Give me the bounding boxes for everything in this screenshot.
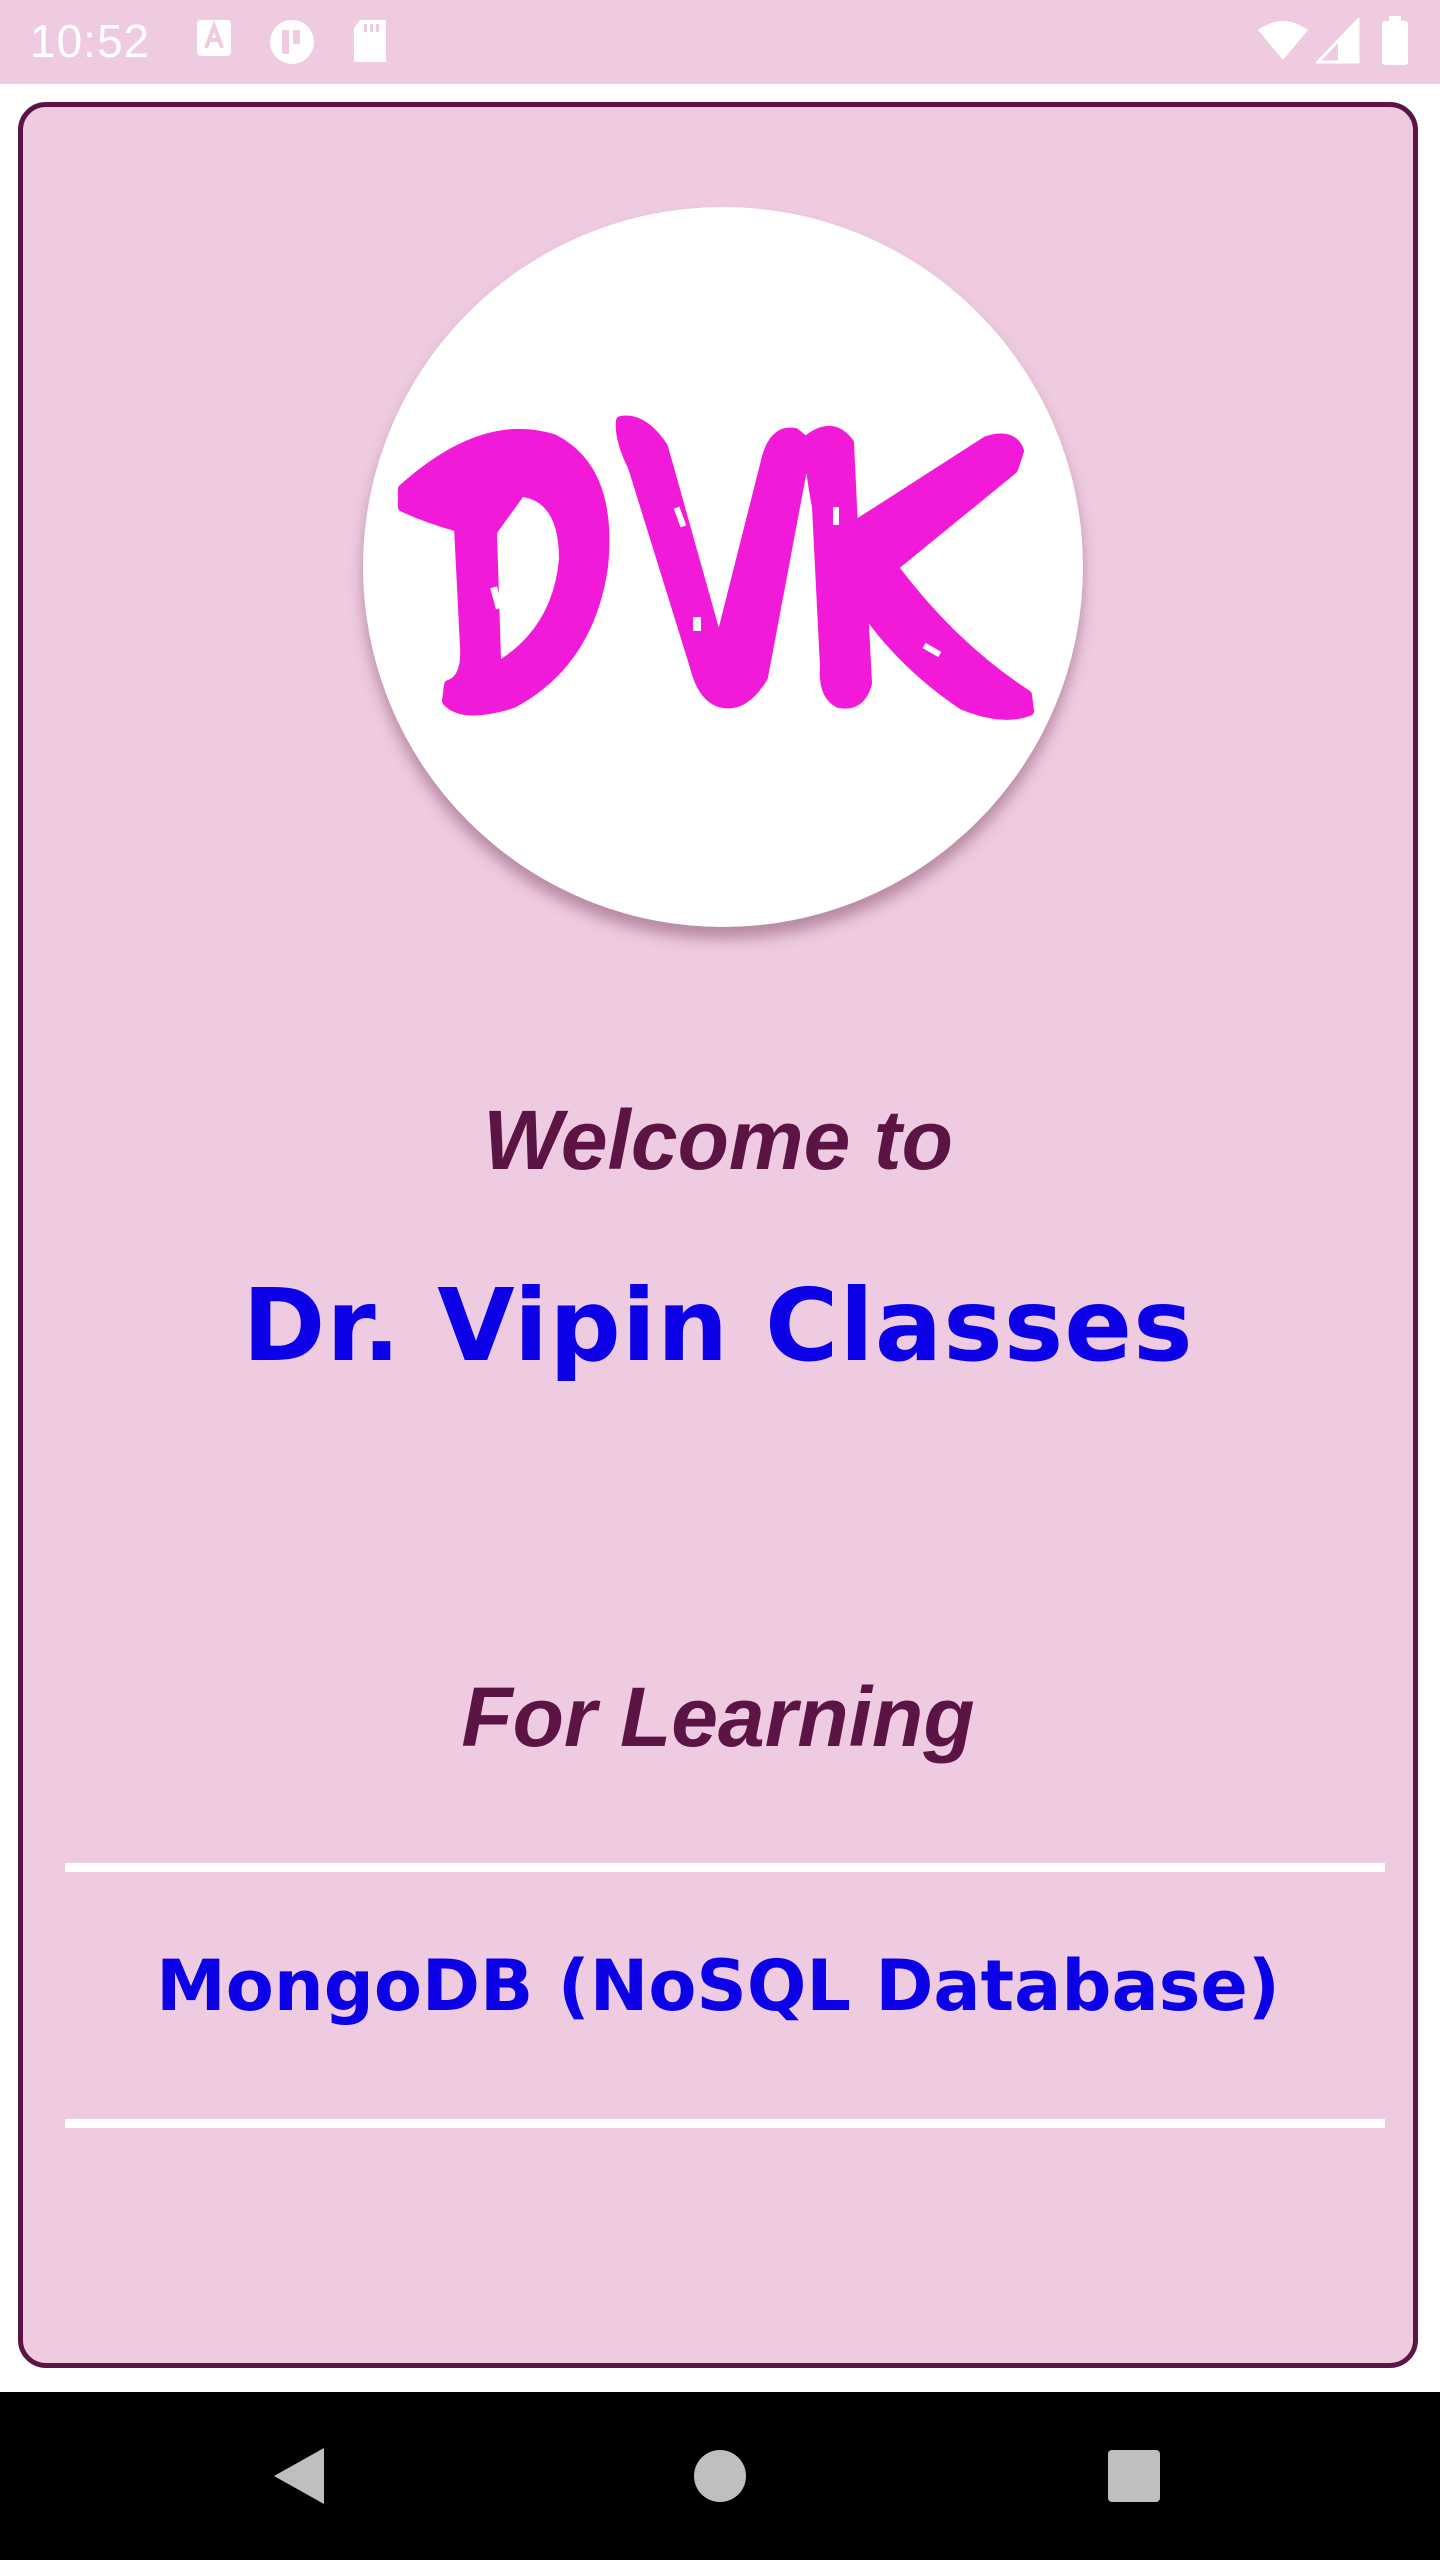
home-icon — [694, 2450, 746, 2502]
sd-card-icon — [350, 18, 390, 69]
logo — [363, 207, 1083, 927]
t-circle-icon — [268, 18, 316, 71]
brand-title: Dr. Vipin Classes — [242, 1267, 1194, 1384]
status-time: 10:52 — [30, 15, 151, 67]
status-bar: 10:52 — [0, 0, 1440, 84]
signal-icon — [1314, 16, 1360, 69]
dvk-logo-icon — [398, 415, 1034, 720]
back-button[interactable] — [240, 2392, 360, 2560]
top-divider — [65, 1863, 1385, 1872]
wifi-icon — [1256, 20, 1310, 67]
welcome-heading: Welcome to — [483, 1093, 953, 1187]
course-title[interactable]: MongoDB (NoSQL Database) — [23, 1945, 1413, 2027]
back-icon — [274, 2448, 324, 2504]
for-learning-heading: For Learning — [461, 1670, 975, 1764]
bottom-divider — [65, 2119, 1385, 2128]
recents-button[interactable] — [1074, 2392, 1194, 2560]
battery-icon — [1380, 16, 1410, 71]
navigation-bar — [0, 2392, 1440, 2560]
recents-icon — [1108, 2450, 1160, 2502]
home-button[interactable] — [660, 2392, 780, 2560]
a11y-a-icon — [196, 18, 232, 63]
welcome-card: Welcome to Dr. Vipin Classes For Learnin… — [18, 102, 1418, 2368]
